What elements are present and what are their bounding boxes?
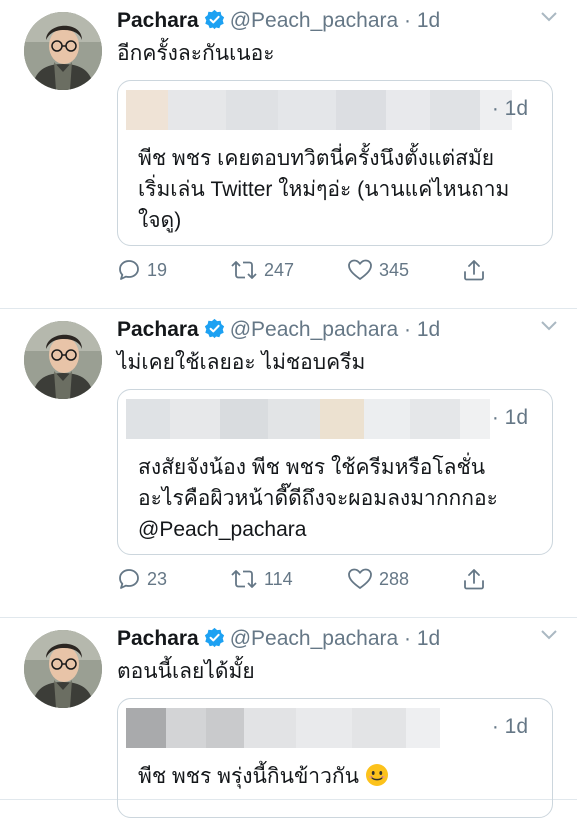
verified-badge-icon (204, 627, 225, 648)
reply-button[interactable]: 23 (117, 567, 167, 591)
heart-icon (348, 259, 372, 280)
avatar[interactable] (24, 321, 102, 399)
user-name[interactable]: Pachara (117, 318, 199, 341)
quoted-text: สงสัยจังน้อง พีช พชร ใช้ครีมหรือโลชั่น อ… (138, 452, 534, 545)
smiling-face-emoji (365, 764, 388, 786)
avatar[interactable] (24, 630, 102, 708)
reply-button[interactable]: 19 (117, 258, 167, 282)
timestamp[interactable]: 1d (417, 627, 440, 650)
quoted-text: พีช พชร พรุ่งนี้กินข้าวกัน (138, 761, 534, 792)
tweet-actions: 23 114 288 (117, 567, 497, 595)
timestamp[interactable]: 1d (417, 318, 440, 341)
share-icon (464, 260, 484, 281)
retweet-button[interactable]: 114 (230, 567, 293, 591)
share-button[interactable] (462, 258, 492, 282)
tweet-text: ไม่เคยใช้เลยอะ ไม่ชอบครีม (117, 351, 366, 374)
user-name[interactable]: Pachara (117, 9, 199, 32)
user-handle[interactable]: @Peach_pachara (230, 627, 398, 650)
user-name[interactable]: Pachara (117, 627, 199, 650)
quoted-tweet[interactable]: · 1d สงสัยจังน้อง พีช พชร ใช้ครีมหรือโลช… (117, 389, 553, 555)
reply-icon (119, 569, 139, 589)
quoted-text-line: ใจดู) (138, 209, 182, 232)
verified-badge-icon (204, 9, 225, 30)
avatar[interactable] (24, 12, 102, 90)
chevron-down-icon[interactable] (541, 12, 557, 22)
tweet[interactable]: Pachara @Peach_pachara · 1d ตอนนี้เลยได้ม… (0, 618, 577, 818)
retweet-icon (231, 261, 257, 279)
blurred-quoted-user (126, 90, 512, 130)
tweet-header: Pachara @Peach_pachara · 1d (117, 626, 527, 652)
reply-count: 19 (147, 259, 168, 280)
tweet[interactable]: Pachara @Peach_pachara · 1d ไม่เคยใช้เลยอ… (0, 309, 577, 618)
separator-dot: · (404, 9, 412, 32)
tweet-header: Pachara @Peach_pachara · 1d (117, 8, 527, 34)
tweet-header: Pachara @Peach_pachara · 1d (117, 317, 527, 343)
reply-icon (119, 260, 139, 280)
share-icon (464, 569, 484, 590)
quoted-text: พีช พชร เคยตอบทวิตนี่ครั้งนึงตั้งแต่สมัย… (138, 143, 534, 236)
user-handle[interactable]: @Peach_pachara (230, 318, 398, 341)
like-count: 345 (379, 259, 410, 280)
heart-icon (348, 568, 372, 589)
quoted-tweet[interactable]: · 1d พีช พชร เคยตอบทวิตนี่ครั้งนึงตั้งแต… (117, 80, 553, 246)
quoted-tweet[interactable]: · 1d พีช พชร พรุ่งนี้กินข้าวกัน (117, 698, 553, 818)
quoted-text-line: พีช พชร เคยตอบทวิตนี่ครั้งนึงตั้งแต่สมัย (138, 147, 495, 170)
blurred-quoted-user (126, 708, 440, 748)
blurred-quoted-user (126, 399, 490, 439)
verified-badge-icon (204, 318, 225, 339)
like-button[interactable]: 345 (347, 258, 409, 282)
quoted-text-line: @Peach_pachara (138, 518, 307, 541)
retweet-icon (231, 570, 257, 588)
retweet-count: 247 (264, 259, 295, 280)
chevron-down-icon[interactable] (541, 630, 557, 640)
separator-dot: · (404, 627, 412, 650)
quoted-timestamp: · 1d (491, 715, 528, 738)
quoted-text-content: พีช พชร พรุ่งนี้กินข้าวกัน (138, 765, 359, 788)
quoted-text-line: สงสัยจังน้อง พีช พชร ใช้ครีมหรือโลชั่น (138, 456, 486, 479)
quoted-timestamp: · 1d (491, 97, 528, 120)
separator-dot: · (404, 318, 412, 341)
retweet-button[interactable]: 247 (230, 258, 294, 282)
share-button[interactable] (462, 567, 492, 591)
retweet-count: 114 (264, 568, 293, 589)
like-button[interactable]: 288 (347, 567, 409, 591)
tweet[interactable]: Pachara @Peach_pachara · 1d อีกครั้งละกัน… (0, 0, 577, 309)
quoted-text-line: พีช พชร พรุ่งนี้กินข้าวกัน (138, 761, 534, 792)
quoted-text-line: อะไรคือผิวหน้าดี๊ดีถึงจะผอมลงมากกกอะ (138, 487, 498, 510)
timestamp[interactable]: 1d (417, 9, 440, 32)
user-handle[interactable]: @Peach_pachara (230, 9, 398, 32)
tweet-text: ตอนนี้เลยได้มั้ย (117, 660, 255, 683)
quoted-timestamp: · 1d (491, 406, 528, 429)
tweet-actions: 19 247 345 (117, 258, 497, 286)
reply-count: 23 (147, 568, 168, 589)
tweet-text: อีกครั้งละกันเนอะ (117, 42, 275, 65)
chevron-down-icon[interactable] (541, 321, 557, 331)
quoted-text-line: เริ่มเล่น Twitter ใหม่ๆอ่ะ (นานแค่ไหนถาม (138, 178, 510, 201)
like-count: 288 (379, 568, 410, 589)
